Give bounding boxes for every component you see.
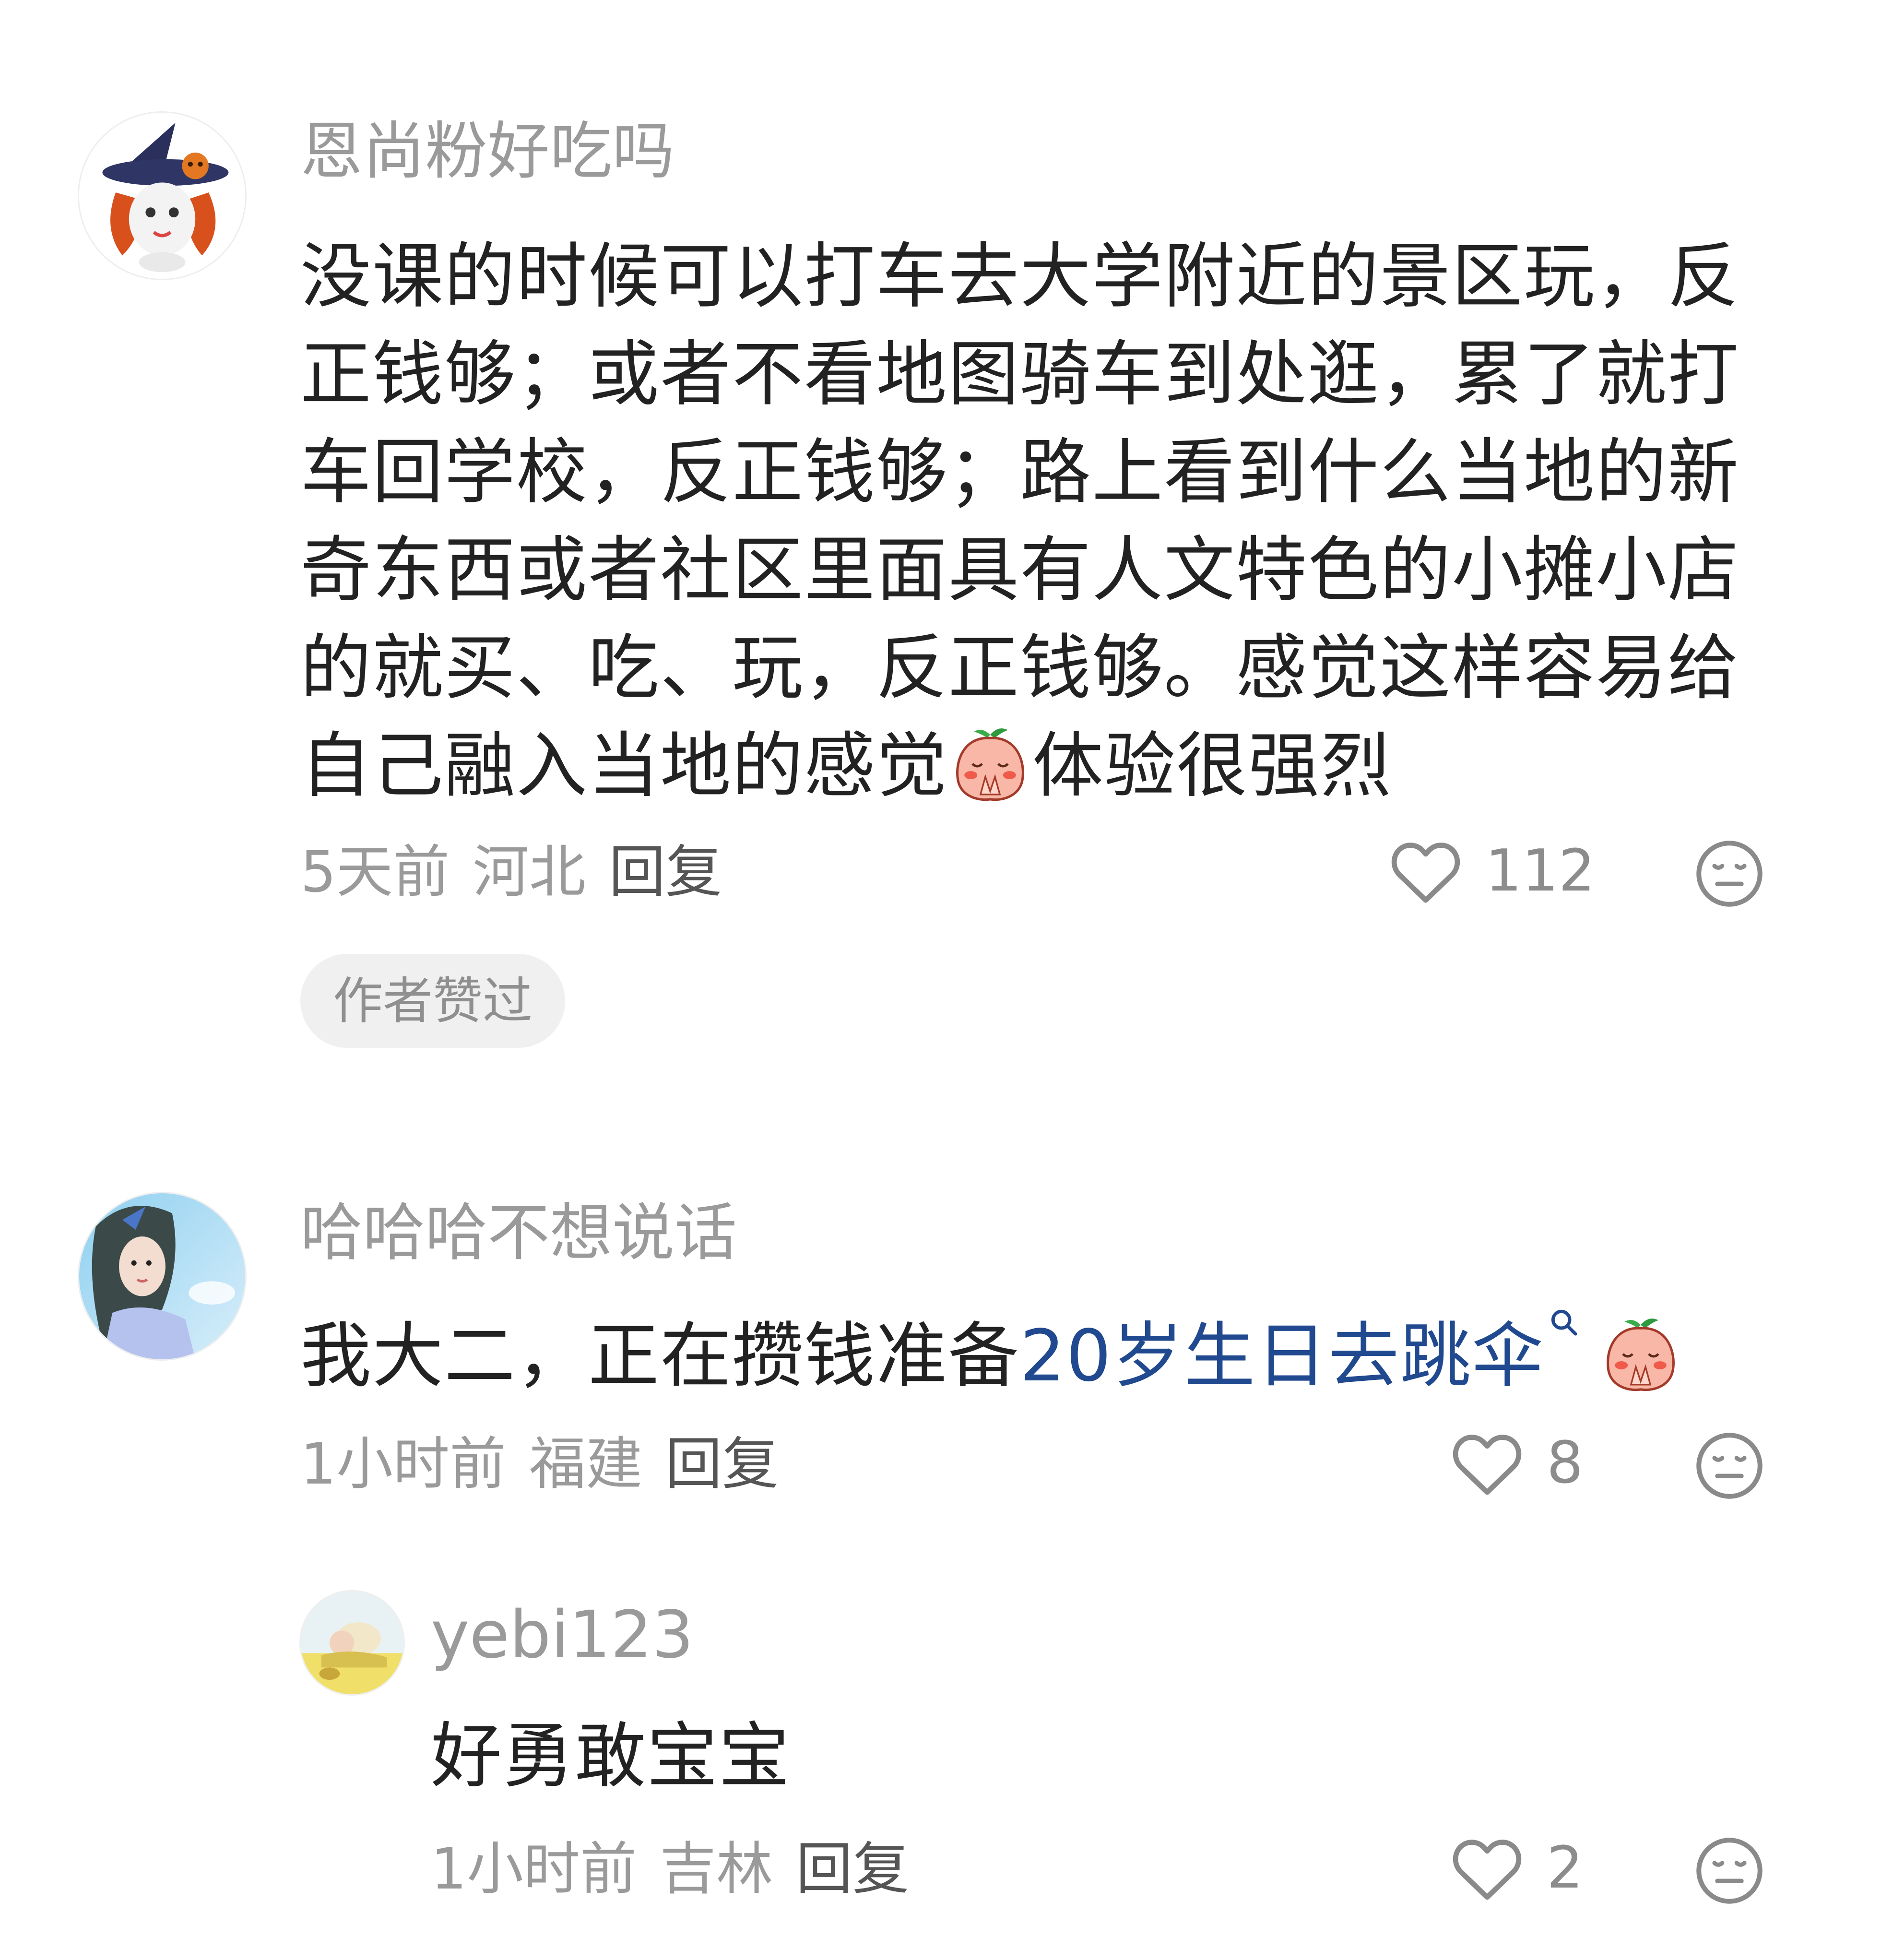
dislike-button[interactable] [1693, 838, 1765, 910]
reply-text: 好勇敢宝宝 [431, 1715, 791, 1797]
reply-meta: 1小时前 吉林 回复 [431, 1841, 932, 1897]
reply-button[interactable]: 回复 [665, 1431, 779, 1497]
heart-outline-icon [1453, 1435, 1522, 1495]
peach-pray-emoji-icon [956, 728, 1024, 801]
comment-time: 1小时前 [300, 1431, 507, 1497]
like-count: 8 [1547, 1430, 1584, 1497]
comment-meta: 5天前 河北 回复 [300, 843, 745, 900]
reply-time: 1小时前 [431, 1836, 637, 1902]
avatar-girl-image [79, 1193, 245, 1359]
comment-meta: 1小时前 福建 回复 [300, 1436, 802, 1492]
comment-location: 河北 [473, 839, 586, 905]
search-link[interactable]: 20岁生日去跳伞 [1020, 1309, 1598, 1397]
heart-outline-icon [1453, 1840, 1522, 1900]
heart-outline-icon [1391, 843, 1460, 903]
like-button[interactable]: 8 [1451, 1430, 1583, 1497]
avatar-reply-user-image [301, 1592, 403, 1694]
avatar-witch-cat-image [79, 113, 245, 279]
search-link-text: 20岁生日去跳伞 [1020, 1315, 1544, 1397]
like-count: 112 [1485, 838, 1596, 904]
comment-text: 没课的时候可以打车去大学附近的景区玩，反正钱够；或者不看地图骑车到处逛，累了就打… [300, 227, 1778, 815]
reply-location: 吉林 [660, 1836, 773, 1902]
reply-1: yebi123 好勇敢宝宝 1小时前 吉林 回复 2 [0, 1583, 1893, 1960]
comment-1: 恩尚粉好吃吗 没课的时候可以打车去大学附近的景区玩，反正钱够；或者不看地图骑车到… [0, 0, 1893, 1056]
search-icon [1551, 1309, 1577, 1336]
avatar-reply-user[interactable] [299, 1590, 405, 1696]
dislike-button[interactable] [1693, 1835, 1765, 1907]
comment-time: 5天前 [300, 839, 450, 905]
neutral-face-icon [1696, 841, 1763, 907]
comment-2: 哈哈哈不想说话 我大二，正在攒钱准备20岁生日去跳伞 1小时前福建回复 8 [0, 1152, 1893, 1960]
dislike-button[interactable] [1693, 1430, 1765, 1502]
neutral-face-icon [1696, 1433, 1763, 1499]
comment-location: 福建 [529, 1431, 643, 1497]
avatar-girl[interactable] [78, 1192, 247, 1361]
author-liked-badge: 作者赞过 [300, 954, 566, 1048]
comment-text: 我大二，正在攒钱准备20岁生日去跳伞 [300, 1307, 1826, 1405]
reply-button[interactable]: 回复 [609, 839, 722, 905]
like-button[interactable]: 112 [1389, 838, 1595, 905]
like-button[interactable]: 2 [1451, 1835, 1583, 1902]
peach-pray-emoji-icon [1607, 1319, 1675, 1391]
comment-username[interactable]: 恩尚粉好吃吗 [300, 120, 674, 182]
comment-text-main: 没课的时候可以打车去大学附近的景区玩，反正钱够；或者不看地图骑车到处逛，累了就打… [300, 235, 1739, 807]
avatar-witch-cat[interactable] [78, 111, 247, 280]
neutral-face-icon [1696, 1838, 1763, 1904]
like-count: 2 [1547, 1835, 1584, 1901]
reply-button[interactable]: 回复 [796, 1836, 909, 1902]
reply-username[interactable]: yebi123 [431, 1603, 694, 1668]
comment-username[interactable]: 哈哈哈不想说话 [300, 1201, 737, 1264]
comment-text-main: 我大二，正在攒钱准备 [300, 1315, 1020, 1397]
comment-text-end: 体验很强烈 [1032, 725, 1392, 807]
